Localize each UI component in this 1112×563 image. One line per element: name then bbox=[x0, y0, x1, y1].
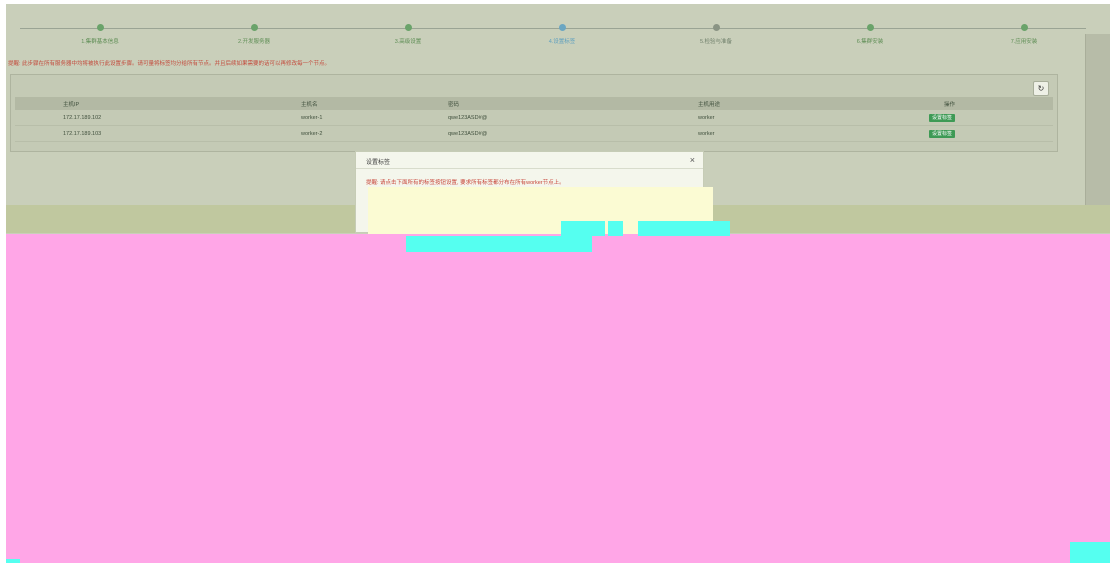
cyan-artifact bbox=[608, 221, 623, 236]
cyan-artifact bbox=[561, 221, 605, 236]
table-header: 主机IP 主机名 密码 主机用途 操作 bbox=[15, 97, 1053, 110]
steps-progress: 1.集群基本信息 2.开发服务器 3.高级设置 4.设置标签 5.检验与准备 6… bbox=[20, 14, 1086, 45]
step-dot bbox=[558, 24, 566, 31]
step-6[interactable]: 6.集群安装 bbox=[820, 24, 920, 45]
close-icon[interactable]: × bbox=[690, 155, 695, 165]
cyan-artifact bbox=[1070, 542, 1110, 563]
step-1[interactable]: 1.集群基本信息 bbox=[50, 24, 150, 45]
table-row: 172.17.189.103 worker-2 qwe123ASD#@ work… bbox=[15, 126, 1053, 142]
step-dot bbox=[712, 24, 720, 31]
step-7[interactable]: 7.应用安装 bbox=[974, 24, 1074, 45]
step-dot bbox=[250, 24, 258, 31]
step-label: 7.应用安装 bbox=[1010, 39, 1038, 45]
step-label: 3.高级设置 bbox=[394, 39, 422, 45]
step-label: 2.开发服务器 bbox=[237, 39, 271, 45]
right-scrollbar[interactable] bbox=[1085, 34, 1110, 222]
step-label: 1.集群基本信息 bbox=[81, 39, 119, 45]
cyan-artifact bbox=[6, 559, 20, 563]
hosts-panel: ↻ 主机IP 主机名 密码 主机用途 操作 172.17.189.102 wor… bbox=[10, 74, 1058, 152]
cell-ip: 172.17.189.103 bbox=[63, 130, 102, 137]
modal-header: 设置标签 × bbox=[356, 152, 703, 169]
hosts-table: 主机IP 主机名 密码 主机用途 操作 172.17.189.102 worke… bbox=[15, 97, 1053, 142]
cell-role: worker bbox=[698, 130, 715, 137]
set-tag-button[interactable]: 设置标签 bbox=[929, 129, 956, 138]
step-dot bbox=[1020, 24, 1028, 31]
cell-role: worker bbox=[698, 114, 715, 121]
cell-hostname: worker-1 bbox=[301, 114, 323, 121]
cell-ip: 172.17.189.102 bbox=[63, 114, 102, 121]
step-2[interactable]: 2.开发服务器 bbox=[204, 24, 304, 45]
step-5[interactable]: 5.检验与准备 bbox=[666, 24, 766, 45]
wizard-window: 1.集群基本信息 2.开发服务器 3.高级设置 4.设置标签 5.检验与准备 6… bbox=[6, 4, 1110, 563]
col-action: 操作 bbox=[944, 101, 956, 108]
step-label: 5.检验与准备 bbox=[699, 39, 733, 45]
modal-tip: 提醒: 请点击下面所有的标签按钮设置, 要求所有标签都分布在所有worker节点… bbox=[366, 180, 565, 186]
step-label: 4.设置标签 bbox=[548, 39, 576, 45]
refresh-icon: ↻ bbox=[1037, 84, 1045, 93]
cell-hostname: worker-2 bbox=[301, 130, 323, 137]
pink-overlay bbox=[6, 234, 1110, 563]
table-row: 172.17.189.102 worker-1 qwe123ASD#@ work… bbox=[15, 110, 1053, 126]
warning-text: 提醒: 此步骤在所有服务器中均将被执行此设置步骤。请可量将标签均分给所有节点。并… bbox=[8, 61, 331, 67]
step-dot bbox=[404, 24, 412, 31]
set-tag-button[interactable]: 设置标签 bbox=[929, 113, 956, 122]
step-dot bbox=[96, 24, 104, 31]
cyan-artifact bbox=[406, 236, 592, 252]
cell-password: qwe123ASD#@ bbox=[448, 114, 488, 121]
cell-password: qwe123ASD#@ bbox=[448, 130, 488, 137]
step-dot bbox=[866, 24, 874, 31]
step-3[interactable]: 3.高级设置 bbox=[358, 24, 458, 45]
col-role: 主机用途 bbox=[698, 101, 721, 108]
col-hostname: 主机名 bbox=[301, 101, 318, 108]
col-ip: 主机IP bbox=[63, 101, 80, 108]
step-4[interactable]: 4.设置标签 bbox=[512, 24, 612, 45]
modal-title: 设置标签 bbox=[366, 160, 391, 166]
cyan-artifact bbox=[638, 221, 730, 236]
refresh-button[interactable]: ↻ bbox=[1033, 81, 1049, 96]
step-label: 6.集群安装 bbox=[856, 39, 884, 45]
col-password: 密码 bbox=[448, 101, 460, 108]
